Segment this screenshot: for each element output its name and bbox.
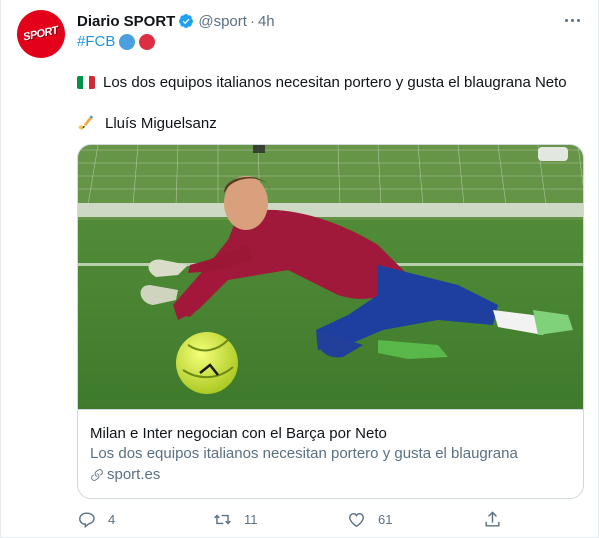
share-button[interactable] [483, 510, 514, 529]
author-credit: Lluís Miguelsanz [105, 114, 217, 132]
italy-flag-icon [77, 76, 95, 89]
retweet-icon [214, 514, 231, 525]
reply-count: 4 [108, 512, 116, 527]
hashtag-link[interactable]: #FCB [77, 33, 115, 50]
card-domain: sport.es [90, 464, 571, 486]
card-text[interactable]: Milan e Inter negocian con el Barça por … [78, 409, 583, 498]
link-preview-card[interactable]: Milan e Inter negocian con el Barça por … [77, 144, 584, 499]
reply-button[interactable]: 4 [77, 510, 115, 529]
share-icon [485, 511, 500, 527]
card-domain-text[interactable]: sport.es [107, 464, 160, 486]
retweet-button[interactable]: 11 [213, 510, 258, 529]
retweet-count: 11 [244, 512, 258, 527]
red-circle-emoji-icon [139, 33, 156, 50]
link-icon [91, 469, 103, 481]
tweet-actions: 4 11 61 [77, 510, 507, 532]
goalkeeper-photo[interactable] [78, 145, 583, 409]
account-handle[interactable]: @sport [198, 13, 247, 30]
tweet[interactable]: SPORT Diario SPORT @sport · 4h #FCB Los … [0, 0, 599, 538]
tweet-header: Diario SPORT @sport · 4h [77, 10, 275, 32]
writing-hand-icon [78, 115, 94, 130]
reply-icon [79, 512, 95, 529]
hashtag-line: #FCB [77, 33, 156, 50]
more-options-icon[interactable] [560, 10, 584, 30]
separator-dot: · [249, 12, 255, 30]
avatar-logo-text: SPORT [22, 24, 60, 44]
heart-icon [349, 513, 364, 528]
verified-badge-icon [179, 14, 194, 28]
tweet-author-line: Lluís Miguelsanz [77, 114, 217, 132]
account-name[interactable]: Diario SPORT [77, 13, 175, 30]
card-title[interactable]: Milan e Inter negocian con el Barça por … [90, 424, 571, 444]
like-count: 61 [378, 512, 393, 527]
blue-circle-emoji-icon [119, 33, 136, 50]
like-button[interactable]: 61 [347, 510, 392, 529]
tweet-text: Los dos equipos italianos necesitan port… [103, 74, 567, 91]
card-description: Los dos equipos italianos necesitan port… [90, 445, 518, 462]
tweet-timestamp[interactable]: 4h [258, 13, 275, 30]
tweet-text-line: Los dos equipos italianos necesitan port… [77, 74, 567, 91]
avatar[interactable]: SPORT [17, 10, 65, 58]
